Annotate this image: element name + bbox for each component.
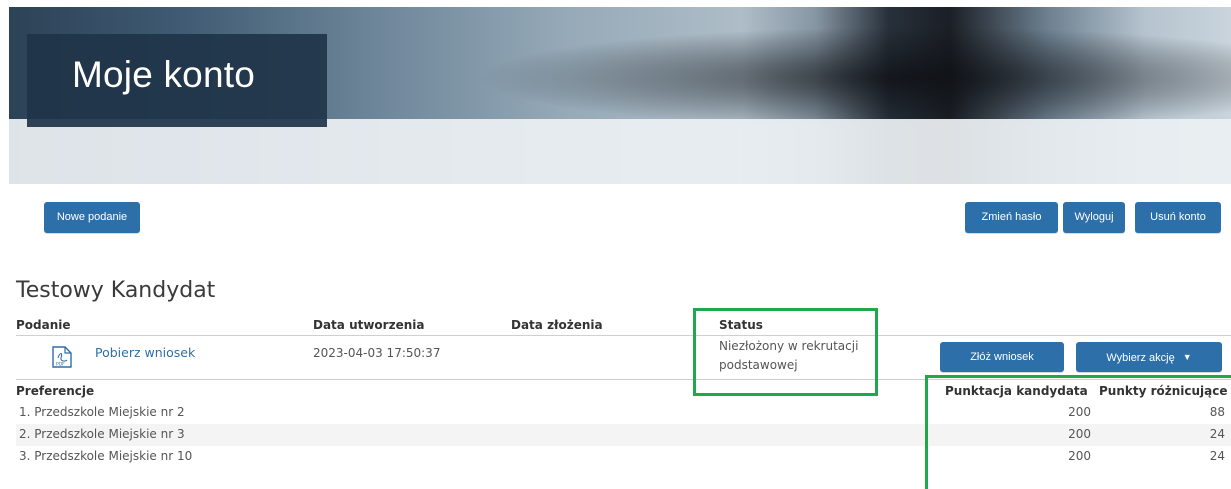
choose-action-button[interactable]: Wybierz akcję ▼ [1076, 342, 1222, 372]
column-header-submission: Podanie [16, 318, 71, 332]
chevron-down-icon: ▼ [1182, 352, 1192, 362]
score-highlight-box [925, 375, 1231, 489]
page-title: Moje konto [72, 54, 255, 95]
delete-account-button[interactable]: Usuń konto [1135, 202, 1221, 233]
change-password-button[interactable]: Zmień hasło [965, 202, 1058, 233]
created-date: 2023-04-03 17:50:37 [313, 346, 441, 360]
preference-name: 3. Przedszkole Miejskie nr 10 [19, 449, 193, 463]
choose-action-label: Wybierz akcję [1106, 352, 1175, 364]
status-highlight-box [693, 308, 878, 396]
submit-application-button[interactable]: Złóż wniosek [940, 342, 1064, 372]
pdf-icon[interactable]: PDF [52, 346, 72, 368]
logout-button[interactable]: Wyloguj [1063, 202, 1125, 233]
preference-name: 1. Przedszkole Miejskie nr 2 [19, 405, 185, 419]
banner-light-strip [9, 119, 1231, 184]
header-divider [16, 335, 1231, 336]
column-header-preferences: Preferencje [16, 384, 95, 398]
svg-text:PDF: PDF [56, 362, 65, 368]
column-header-submitted: Data złożenia [511, 318, 603, 332]
candidate-name: Testowy Kandydat [16, 278, 216, 303]
title-box: Moje konto [27, 34, 327, 127]
preference-name: 2. Przedszkole Miejskie nr 3 [19, 427, 185, 441]
header-banner: Moje konto [9, 7, 1231, 184]
column-header-created: Data utworzenia [313, 318, 425, 332]
download-application-link[interactable]: Pobierz wniosek [95, 345, 195, 360]
new-submission-button[interactable]: Nowe podanie [44, 202, 140, 233]
